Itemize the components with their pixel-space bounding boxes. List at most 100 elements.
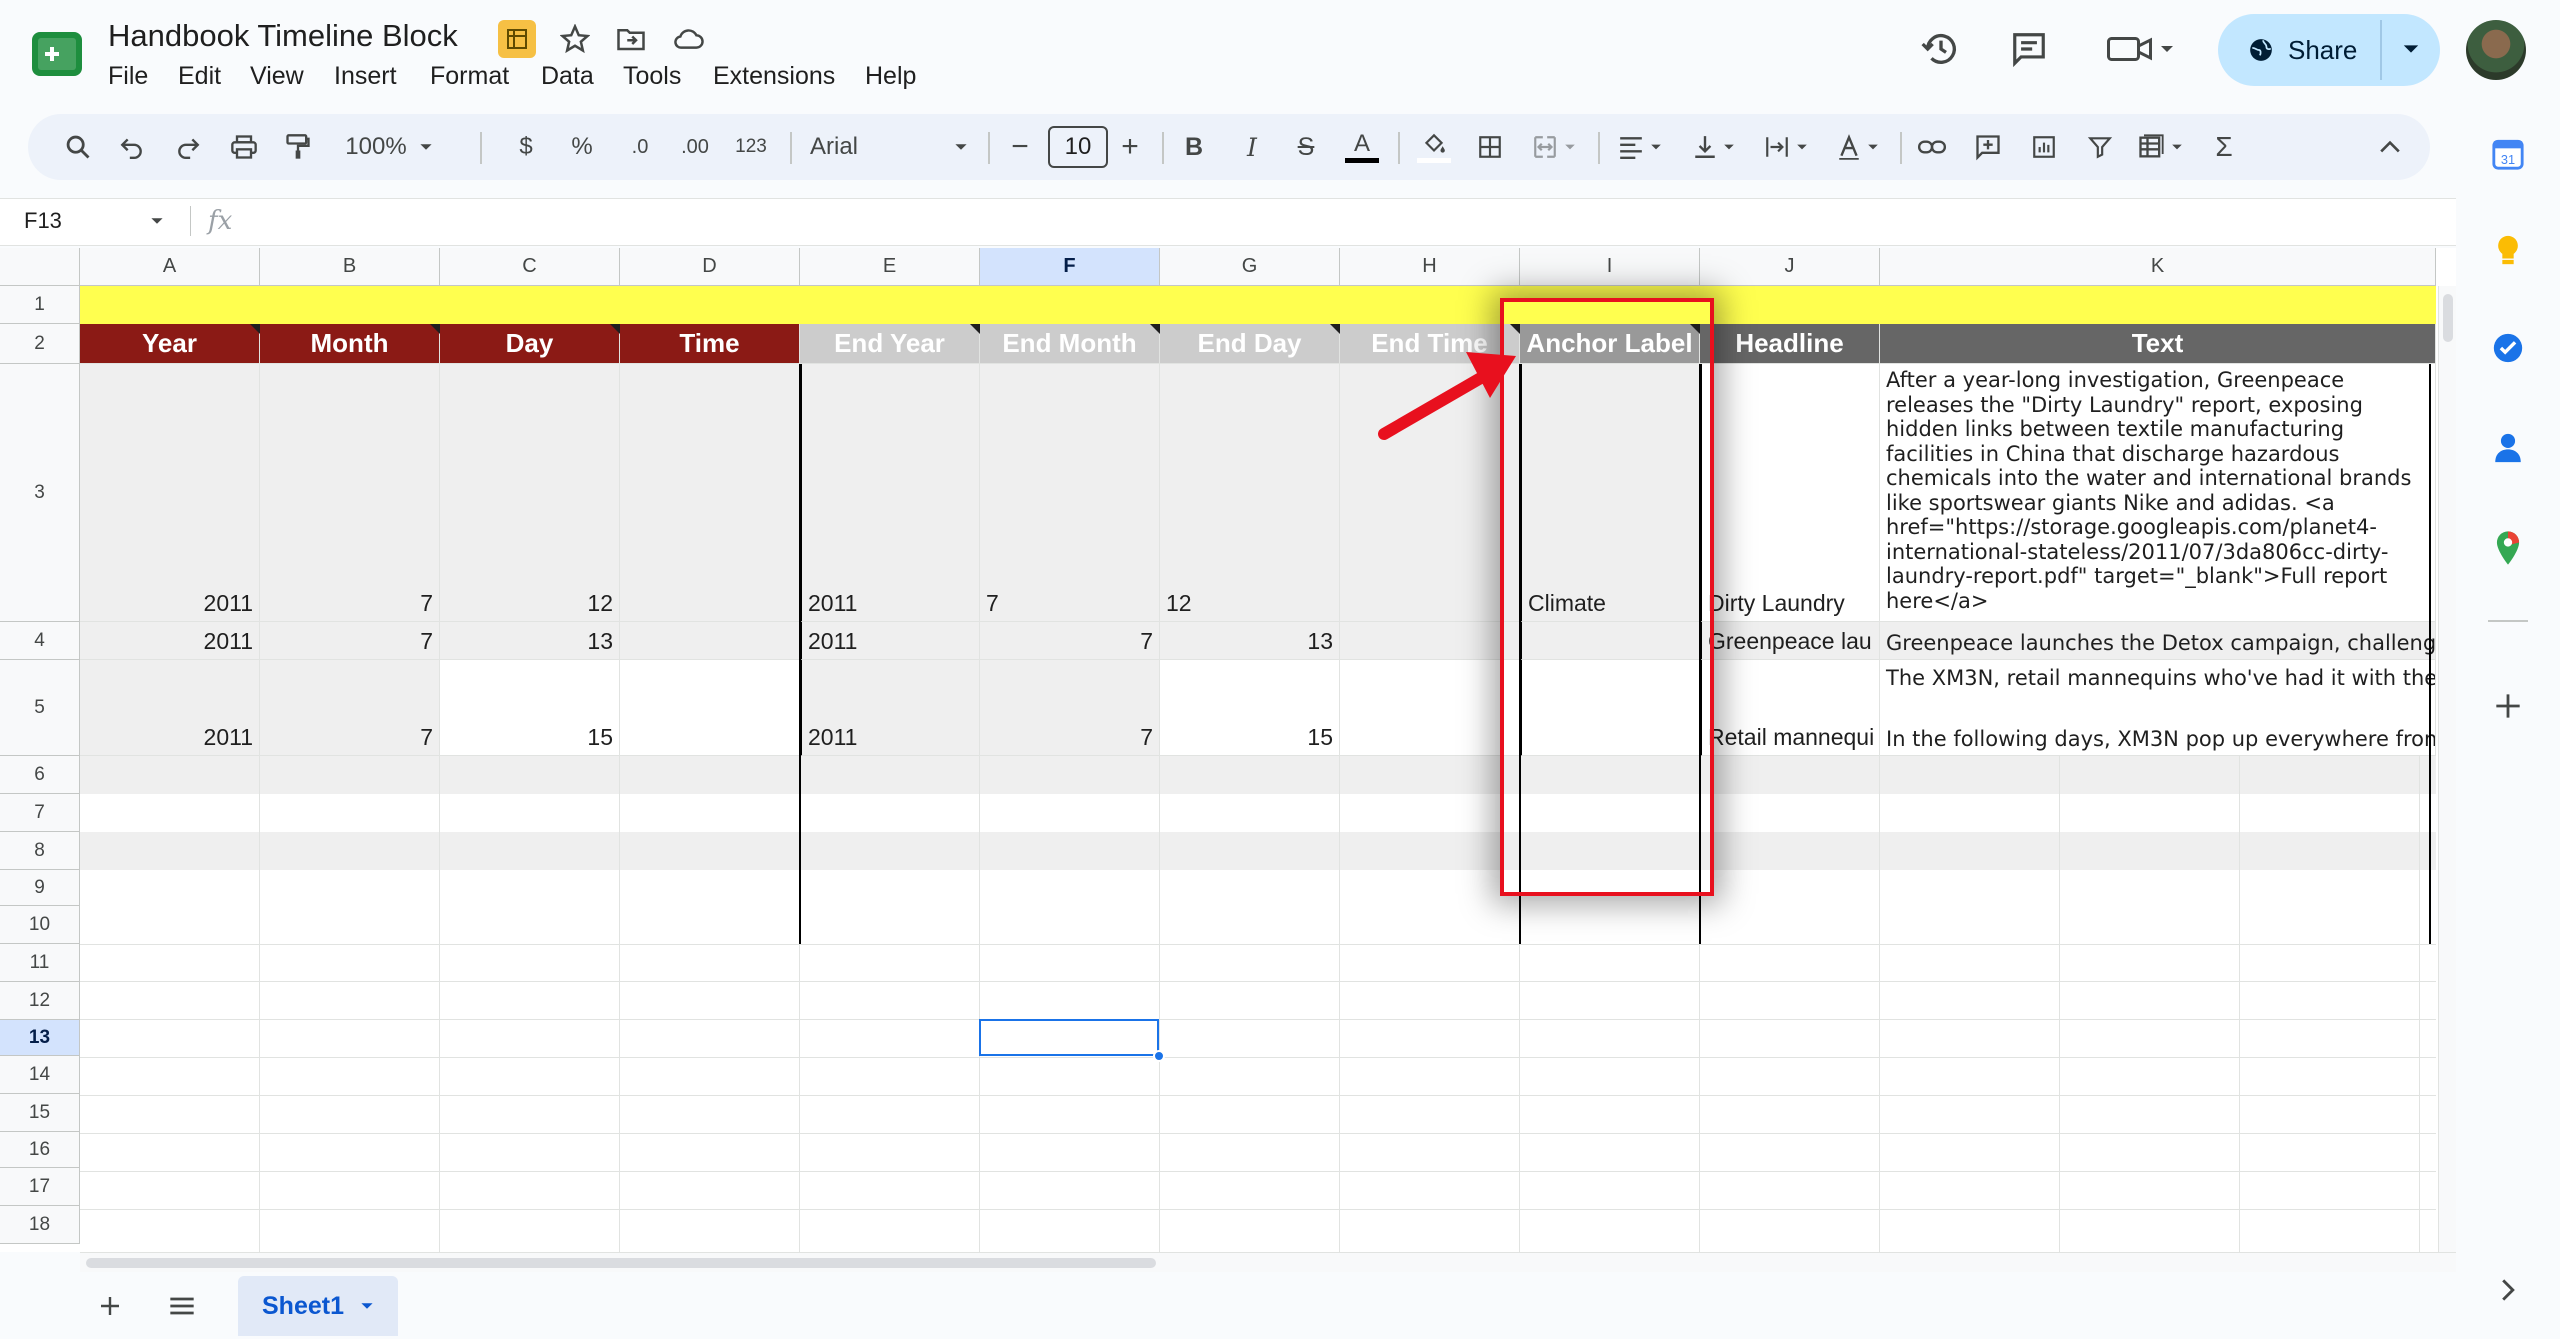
cell-h4[interactable]: [1340, 622, 1520, 660]
column-header-d[interactable]: D: [620, 248, 800, 286]
bold-button[interactable]: B: [1174, 114, 1214, 180]
row-header-16[interactable]: 16: [0, 1132, 80, 1168]
column-header-i[interactable]: I: [1520, 248, 1700, 286]
header-time[interactable]: Time: [620, 324, 800, 364]
cell-g5[interactable]: 15: [1160, 660, 1340, 756]
spreadsheet-grid[interactable]: A B C D E F G H I J K 1 2 3 4 5 6 7 8 9 …: [0, 248, 2456, 1252]
chat-icon[interactable]: [2004, 24, 2054, 74]
row-10[interactable]: [80, 906, 2436, 945]
paint-format-icon[interactable]: [278, 114, 318, 180]
note-indicator[interactable]: [430, 324, 440, 334]
cell-e5[interactable]: 2011: [800, 660, 980, 756]
share-dropdown-icon[interactable]: [2402, 40, 2420, 63]
column-header-a[interactable]: A: [80, 248, 260, 286]
selected-cell-f13[interactable]: [979, 1019, 1159, 1056]
cell-k3[interactable]: After a year-long investigation, Greenpe…: [1880, 364, 2436, 622]
column-header-j[interactable]: J: [1700, 248, 1880, 286]
header-end-year[interactable]: End Year: [800, 324, 980, 364]
move-folder-icon[interactable]: [612, 20, 650, 58]
chart-icon[interactable]: [2024, 114, 2064, 180]
rotate-icon[interactable]: [1828, 114, 1888, 180]
cell-k4[interactable]: Greenpeace launches the Detox campaign, …: [1880, 622, 2436, 660]
menu-data[interactable]: Data: [541, 62, 594, 91]
cell-d5[interactable]: [620, 660, 800, 756]
fill-color-icon[interactable]: [1412, 114, 1456, 180]
keep-icon[interactable]: [2490, 232, 2526, 268]
note-indicator[interactable]: [970, 324, 980, 334]
column-header-b[interactable]: B: [260, 248, 440, 286]
header-month[interactable]: Month: [260, 324, 440, 364]
all-sheets-icon[interactable]: [164, 1290, 200, 1322]
search-icon[interactable]: [58, 114, 98, 180]
cell-c5[interactable]: 15: [440, 660, 620, 756]
text-color-button[interactable]: A: [1342, 114, 1382, 180]
cell-c4[interactable]: 13: [440, 622, 620, 660]
row-9[interactable]: [80, 870, 2436, 907]
history-icon[interactable]: [1916, 24, 1966, 74]
menu-edit[interactable]: Edit: [178, 62, 221, 91]
tasks-icon[interactable]: [2490, 330, 2526, 366]
row-header-8[interactable]: 8: [0, 832, 80, 870]
cell-c3[interactable]: 12: [440, 364, 620, 622]
maps-icon[interactable]: [2490, 530, 2526, 566]
table-icon[interactable]: [2130, 114, 2190, 180]
menu-extensions[interactable]: Extensions: [713, 62, 835, 91]
column-header-h[interactable]: H: [1340, 248, 1520, 286]
select-all-corner[interactable]: [0, 248, 80, 286]
row-header-18[interactable]: 18: [0, 1206, 80, 1244]
menu-format[interactable]: Format: [430, 62, 509, 91]
cell-a3[interactable]: 2011: [80, 364, 260, 622]
column-header-f[interactable]: F: [980, 248, 1160, 286]
row-header-1[interactable]: 1: [0, 286, 80, 324]
row-header-14[interactable]: 14: [0, 1056, 80, 1094]
link-icon[interactable]: [1912, 114, 1952, 180]
add-sheet-icon[interactable]: [94, 1290, 126, 1322]
header-text[interactable]: Text: [1880, 324, 2436, 364]
fill-handle[interactable]: [1153, 1050, 1165, 1062]
row-8[interactable]: [80, 832, 2436, 871]
cell-a4[interactable]: 2011: [80, 622, 260, 660]
header-year[interactable]: Year: [80, 324, 260, 364]
header-day[interactable]: Day: [440, 324, 620, 364]
row-7[interactable]: [80, 794, 2436, 833]
share-button[interactable]: Share: [2218, 14, 2440, 86]
cell-f4[interactable]: 7: [980, 622, 1160, 660]
note-indicator[interactable]: [610, 324, 620, 334]
cell-h5[interactable]: [1340, 660, 1520, 756]
row-header-12[interactable]: 12: [0, 982, 80, 1020]
cell-b5[interactable]: 7: [260, 660, 440, 756]
header-end-day[interactable]: End Day: [1160, 324, 1340, 364]
redo-icon[interactable]: [168, 114, 208, 180]
percent-button[interactable]: %: [564, 114, 600, 180]
empty-rows[interactable]: [80, 944, 2436, 1244]
header-headline[interactable]: Headline: [1700, 324, 1880, 364]
sheet-icon[interactable]: [498, 20, 536, 58]
cell-f5[interactable]: 7: [980, 660, 1160, 756]
star-icon[interactable]: [556, 20, 594, 58]
vertical-scroll-thumb[interactable]: [2443, 294, 2453, 342]
comment-icon[interactable]: [1968, 114, 2008, 180]
valign-icon[interactable]: [1684, 114, 1744, 180]
row-header-9[interactable]: 9: [0, 870, 80, 906]
font-size-decrease-button[interactable]: −: [1000, 114, 1040, 180]
collapse-toolbar-icon[interactable]: [2370, 114, 2410, 180]
menu-insert[interactable]: Insert: [334, 62, 397, 91]
cell-d4[interactable]: [620, 622, 800, 660]
functions-button[interactable]: Σ: [2204, 114, 2244, 180]
filter-icon[interactable]: [2080, 114, 2120, 180]
row-header-15[interactable]: 15: [0, 1094, 80, 1132]
row-header-11[interactable]: 11: [0, 944, 80, 982]
cell-b4[interactable]: 7: [260, 622, 440, 660]
row-header-6[interactable]: 6: [0, 756, 80, 794]
note-indicator[interactable]: [250, 324, 260, 334]
number-format-button[interactable]: 123: [728, 114, 774, 180]
note-indicator[interactable]: [1330, 324, 1340, 334]
cell-d3[interactable]: [620, 364, 800, 622]
cell-k5[interactable]: The XM3N, retail mannequins who've had i…: [1880, 660, 2436, 756]
menu-view[interactable]: View: [250, 62, 304, 91]
sheets-logo-icon[interactable]: [30, 30, 84, 78]
row-header-10[interactable]: 10: [0, 906, 80, 944]
row-header-7[interactable]: 7: [0, 794, 80, 832]
row-header-13[interactable]: 13: [0, 1020, 80, 1056]
cell-e3[interactable]: 2011: [800, 364, 980, 622]
